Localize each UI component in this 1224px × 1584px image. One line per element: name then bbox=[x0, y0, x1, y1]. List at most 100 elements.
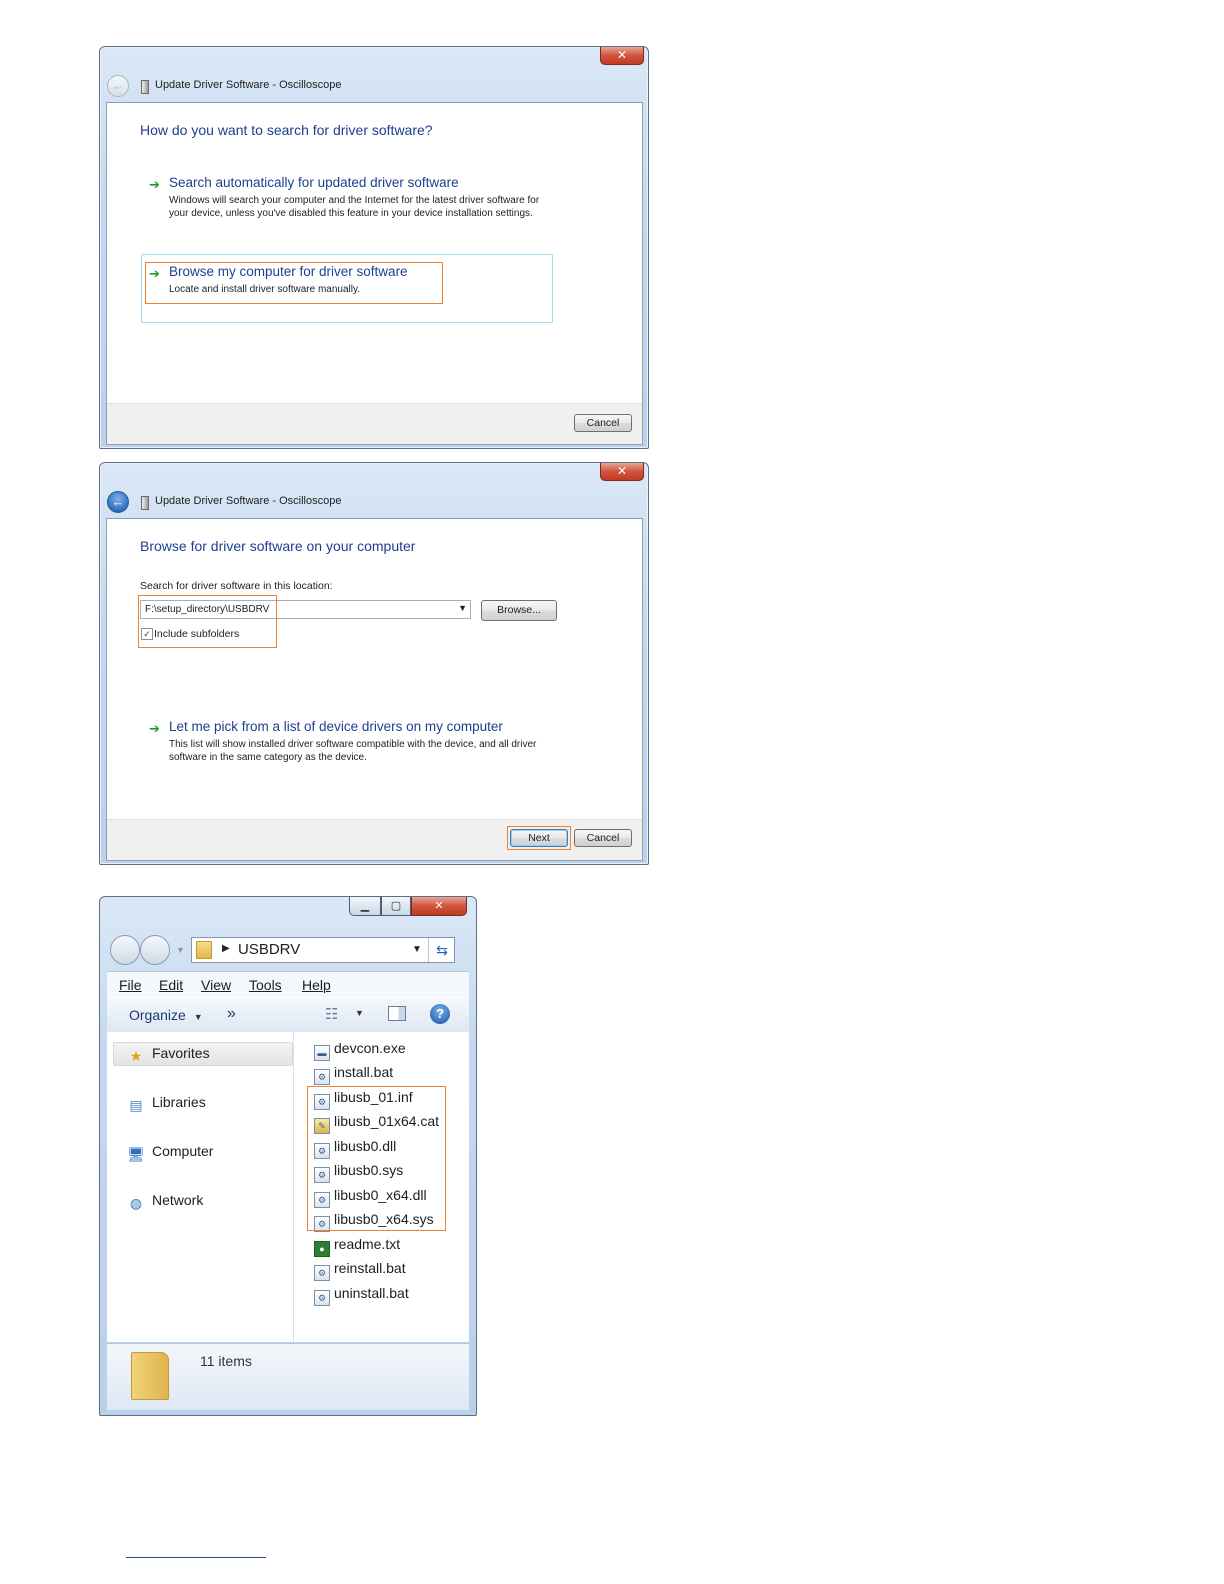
include-subfolders-checkbox[interactable]: ✓ bbox=[141, 628, 153, 640]
menu-view[interactable]: View bbox=[201, 977, 231, 993]
file-row[interactable]: ⚙ libusb0_x64.dll bbox=[314, 1187, 427, 1209]
file-row[interactable]: ⚙ libusb0.sys bbox=[314, 1162, 403, 1184]
file-row[interactable]: ⚙ libusb0_x64.sys bbox=[314, 1211, 434, 1233]
libraries-icon: ▤ bbox=[129, 1097, 143, 1113]
file-row[interactable]: ▬ devcon.exe bbox=[314, 1040, 406, 1062]
back-arrow-icon: ← bbox=[107, 75, 129, 97]
page-heading: How do you want to search for driver sof… bbox=[140, 122, 433, 138]
dropdown-arrow-icon[interactable]: ▼ bbox=[458, 603, 467, 613]
breadcrumb-arrow-icon[interactable]: ▶ bbox=[222, 943, 230, 954]
window-title: Update Driver Software - Oscilloscope bbox=[155, 79, 342, 91]
details-pane: 11 items bbox=[107, 1343, 469, 1410]
file-name: libusb0_x64.sys bbox=[334, 1211, 434, 1227]
star-icon: ★ bbox=[129, 1048, 143, 1064]
menu-tools[interactable]: Tools bbox=[249, 977, 282, 993]
minimize-button[interactable]: ▁ bbox=[349, 897, 381, 916]
nav-favorites[interactable]: ★ Favorites bbox=[127, 1045, 210, 1064]
address-bar[interactable]: ▶ USBDRV ▼ ⇆ bbox=[191, 937, 455, 963]
navigation-pane: ★ Favorites ▤ Libraries 🖥 Computer ◍ Network bbox=[107, 1032, 294, 1342]
file-name: libusb_01x64.cat bbox=[334, 1113, 440, 1129]
nav-network[interactable]: ◍ Network bbox=[127, 1192, 203, 1211]
close-button[interactable]: ✕ bbox=[600, 463, 644, 481]
dialog-content: Browse for driver software on your compu… bbox=[106, 518, 643, 861]
file-name: libusb0.sys bbox=[334, 1162, 404, 1178]
file-name: libusb0.dll bbox=[334, 1138, 397, 1154]
caption-buttons: ▁ ▢ ✕ bbox=[349, 897, 469, 917]
device-icon bbox=[141, 496, 149, 510]
dialog-footer: Next Cancel bbox=[107, 819, 642, 860]
organize-button[interactable]: Organize ▼ bbox=[129, 1007, 203, 1023]
nav-libraries[interactable]: ▤ Libraries bbox=[127, 1094, 206, 1113]
menu-file[interactable]: File bbox=[119, 977, 142, 993]
address-dropdown-icon[interactable]: ▼ bbox=[412, 944, 422, 955]
dll-icon: ⚙ bbox=[314, 1192, 330, 1208]
device-icon bbox=[141, 80, 149, 94]
file-name: libusb0_x64.dll bbox=[334, 1187, 427, 1203]
update-driver-dialog-browse: ✕ ← Update Driver Software - Oscilloscop… bbox=[99, 462, 649, 865]
batch-icon: ⚙ bbox=[314, 1290, 330, 1306]
help-icon[interactable]: ? bbox=[430, 1004, 450, 1024]
menu-bar: File Edit View Tools Help bbox=[107, 971, 469, 998]
path-input[interactable]: F:\setup_directory\USBDRV bbox=[145, 604, 269, 615]
security-catalog-icon: ✎ bbox=[314, 1118, 330, 1134]
file-name: readme.txt bbox=[334, 1236, 401, 1252]
option-title: Browse my computer for driver software bbox=[169, 264, 408, 279]
option-description: Windows will search your computer and th… bbox=[169, 195, 540, 219]
system-file-icon: ⚙ bbox=[314, 1167, 330, 1183]
file-row[interactable]: ✎ libusb_01x64.cat bbox=[314, 1113, 439, 1135]
update-driver-dialog-search: ✕ ← Update Driver Software - Oscilloscop… bbox=[99, 46, 649, 449]
more-commands-button[interactable]: » bbox=[227, 1005, 236, 1023]
option-title: Search automatically for updated driver … bbox=[169, 175, 459, 190]
file-row[interactable]: ⚙ libusb0.dll bbox=[314, 1138, 396, 1160]
file-list-pane: ▬ devcon.exe ⚙ install.bat ⚙ libusb_01.inf … bbox=[294, 1032, 469, 1342]
back-arrow-icon[interactable]: ← bbox=[107, 491, 129, 513]
file-row[interactable]: ⚙ uninstall.bat bbox=[314, 1285, 409, 1307]
batch-icon: ⚙ bbox=[314, 1265, 330, 1281]
title-bar: ← Update Driver Software - Oscilloscope bbox=[107, 75, 642, 99]
recent-pages-chevron-icon[interactable]: ▼ bbox=[176, 945, 185, 955]
menu-help[interactable]: Help bbox=[302, 977, 331, 993]
file-row[interactable]: ● readme.txt bbox=[314, 1236, 400, 1258]
change-view-icon[interactable]: ☷ bbox=[325, 1005, 338, 1023]
green-arrow-icon: ➔ bbox=[149, 721, 160, 736]
nav-label: Computer bbox=[152, 1143, 214, 1159]
close-button[interactable]: ✕ bbox=[600, 47, 644, 65]
file-row[interactable]: ⚙ install.bat bbox=[314, 1064, 393, 1086]
file-name: reinstall.bat bbox=[334, 1260, 406, 1276]
file-row[interactable]: ⚙ reinstall.bat bbox=[314, 1260, 406, 1282]
title-bar: ← Update Driver Software - Oscilloscope bbox=[107, 491, 642, 515]
next-button[interactable]: Next bbox=[510, 829, 568, 847]
window-title: Update Driver Software - Oscilloscope bbox=[155, 495, 342, 507]
path-combobox[interactable]: F:\setup_directory\USBDRV ▼ bbox=[140, 600, 471, 619]
green-arrow-icon: ➔ bbox=[149, 266, 160, 281]
option-title: Let me pick from a list of device driver… bbox=[169, 719, 503, 734]
view-dropdown-icon[interactable]: ▼ bbox=[355, 1008, 364, 1018]
page-heading: Browse for driver software on your compu… bbox=[140, 538, 416, 554]
green-arrow-icon: ➔ bbox=[149, 177, 160, 192]
menu-edit[interactable]: Edit bbox=[159, 977, 183, 993]
back-button[interactable] bbox=[110, 935, 140, 965]
folder-icon bbox=[196, 941, 212, 959]
option-description: This list will show installed driver sof… bbox=[169, 739, 537, 763]
setup-info-icon: ⚙ bbox=[314, 1094, 330, 1110]
cancel-button[interactable]: Cancel bbox=[574, 829, 632, 847]
nav-computer[interactable]: 🖥 Computer bbox=[127, 1143, 213, 1162]
forward-button[interactable] bbox=[140, 935, 170, 965]
close-button[interactable]: ✕ bbox=[411, 897, 467, 916]
cancel-button[interactable]: Cancel bbox=[574, 414, 632, 432]
exe-icon: ▬ bbox=[314, 1045, 330, 1061]
maximize-button[interactable]: ▢ bbox=[381, 897, 411, 916]
file-name: uninstall.bat bbox=[334, 1285, 409, 1301]
browse-button[interactable]: Browse... bbox=[481, 600, 557, 621]
file-row[interactable]: ⚙ libusb_01.inf bbox=[314, 1089, 413, 1111]
command-bar: Organize ▼ » ☷ ▼ ? bbox=[107, 997, 469, 1033]
explorer-window: ▁ ▢ ✕ ▼ ▶ USBDRV ▼ ⇆ File Edit View Tool… bbox=[99, 896, 477, 1416]
system-file-icon: ⚙ bbox=[314, 1216, 330, 1232]
dialog-content: How do you want to search for driver sof… bbox=[106, 102, 643, 445]
address-text[interactable]: USBDRV bbox=[238, 941, 300, 958]
preview-pane-icon[interactable] bbox=[388, 1006, 406, 1021]
refresh-icon[interactable]: ⇆ bbox=[428, 938, 455, 962]
footer-link-underline bbox=[126, 1557, 266, 1558]
nav-label: Libraries bbox=[152, 1094, 206, 1110]
dll-icon: ⚙ bbox=[314, 1143, 330, 1159]
